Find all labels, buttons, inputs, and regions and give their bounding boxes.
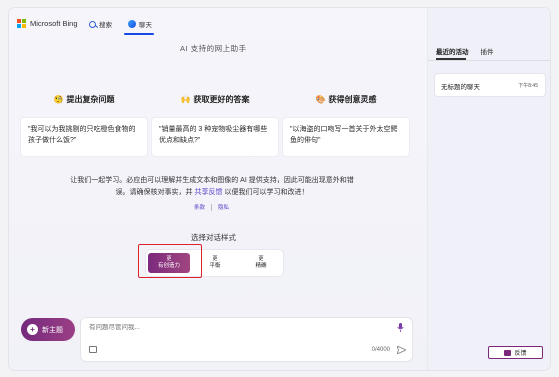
- conversation-style-title: 选择对话样式: [191, 233, 236, 242]
- new-topic-label: 新主题: [42, 326, 63, 334]
- feedback-button[interactable]: 反馈: [488, 346, 543, 359]
- microsoft-logo-icon: [17, 19, 26, 28]
- example-prompt-card[interactable]: "销量最高的 3 种宠物吸尘器有哪些优点和缺点?": [152, 118, 278, 156]
- privacy-link[interactable]: 隐私: [218, 203, 229, 211]
- divider: [211, 203, 213, 211]
- feature-title: 🎨 获得创意灵感: [283, 93, 409, 105]
- feedback-icon: [504, 349, 512, 356]
- tab-plugins[interactable]: 插件: [481, 46, 494, 56]
- brand-name: Microsoft Bing: [30, 19, 78, 28]
- history-title: 无标题的聊天: [441, 84, 480, 91]
- send-icon[interactable]: [397, 346, 406, 354]
- feedback-label: 反馈: [514, 351, 527, 357]
- tab-search-label: 搜索: [99, 22, 112, 29]
- character-counter: 0/4000: [371, 347, 390, 353]
- tab-search[interactable]: 搜索: [89, 19, 112, 29]
- feature-title-text: 获得创意灵感: [328, 94, 377, 104]
- chat-history-item[interactable]: 无标题的聊天 下午8:45: [435, 74, 545, 96]
- panel-tabs: 最近的活动 插件: [436, 46, 494, 56]
- chat-input[interactable]: [89, 324, 379, 331]
- style-prefix: 更: [258, 256, 264, 262]
- new-topic-button[interactable]: + 新主题: [21, 318, 75, 341]
- feature-column-better-answers: 🙌 获取更好的答案 "销量最高的 3 种宠物吸尘器有哪些优点和缺点?": [152, 93, 278, 156]
- chat-icon: [128, 20, 136, 28]
- active-tab-indicator: [124, 33, 154, 35]
- image-input-icon[interactable]: [89, 346, 97, 353]
- example-prompt-card[interactable]: "我可以为我挑剔的只吃橙色食物的孩子做什么饭?": [21, 118, 147, 156]
- new-chat-icon: +: [27, 324, 38, 335]
- microphone-icon[interactable]: [397, 323, 404, 332]
- feature-column-creative-inspiration: 🎨 获得创意灵感 "以海盗的口吻写一首关于外太空鳄鱼的俳句": [283, 93, 409, 156]
- tab-chat[interactable]: 聊天: [128, 19, 152, 29]
- feature-title: 🙌 获取更好的答案: [152, 93, 278, 105]
- feature-title: 🧐 提出复杂问题: [21, 93, 147, 105]
- feature-column-complex-questions: 🧐 提出复杂问题 "我可以为我挑剔的只吃橙色食物的孩子做什么饭?": [21, 93, 147, 156]
- tab-recent-activity[interactable]: 最近的活动: [436, 46, 469, 56]
- disclaimer-part2: 以便我们可以学习和改进！: [224, 189, 309, 196]
- chat-composer: 0/4000: [81, 318, 412, 361]
- microsoft-bing-logo[interactable]: Microsoft Bing: [17, 19, 78, 28]
- page-subtitle: AI 支持的网上助手: [180, 44, 247, 53]
- style-precise-button[interactable]: 更 精确: [240, 253, 282, 273]
- thinking-face-icon: 🧐: [53, 94, 64, 104]
- palette-icon: 🎨: [315, 94, 326, 104]
- feature-title-text: 获取更好的答案: [193, 94, 250, 104]
- style-label: 平衡: [209, 263, 221, 269]
- share-feedback-link[interactable]: 共享反馈: [195, 189, 223, 196]
- terms-link[interactable]: 条款: [194, 203, 205, 211]
- example-prompt-card[interactable]: "以海盗的口吻写一首关于外太空鳄鱼的俳句": [283, 118, 409, 156]
- tab-chat-label: 聊天: [139, 22, 152, 29]
- selection-highlight-box: [138, 244, 202, 278]
- search-icon: [89, 20, 96, 28]
- recent-activity-panel: 最近的活动 插件 无标题的聊天 下午8:45: [427, 8, 550, 370]
- history-time: 下午8:45: [518, 83, 538, 89]
- raised-hands-icon: 🙌: [180, 94, 191, 104]
- bing-chat-window: Microsoft Bing 搜索 聊天 AI 支持的网上助手 🧐 提出复杂问题…: [9, 8, 550, 370]
- feature-title-text: 提出复杂问题: [66, 94, 115, 104]
- legal-links: 条款 隐私: [194, 203, 229, 211]
- disclaimer-text: 让我们一起学习。必应由可以理解并生成文本和图像的 AI 提供支持，因此可能出现意…: [67, 175, 357, 199]
- style-label: 精确: [255, 263, 267, 269]
- divider: [428, 60, 550, 61]
